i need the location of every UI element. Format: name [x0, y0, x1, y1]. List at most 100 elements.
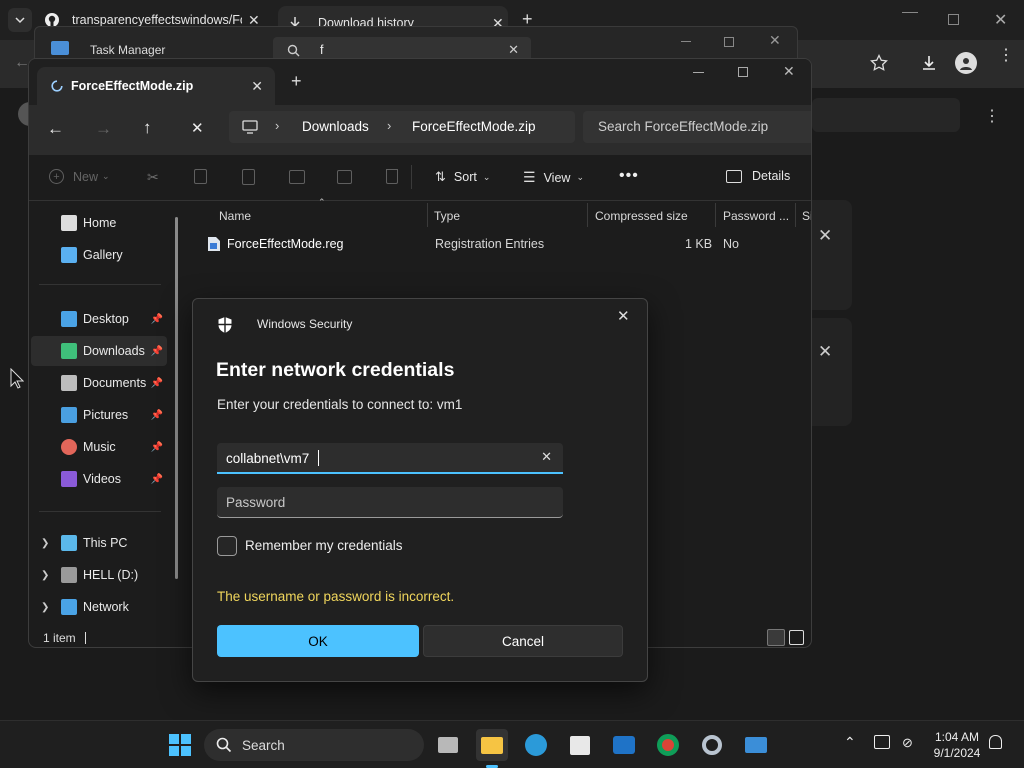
column-header-size[interactable]: Si [802, 201, 811, 231]
pin-icon: 📌 [150, 313, 163, 325]
remove-download-icon[interactable]: ✕ [818, 226, 832, 246]
new-tab-icon[interactable]: + [291, 71, 302, 92]
status-divider [85, 632, 86, 644]
clock[interactable]: 1:04 AM 9/1/2024 [928, 729, 986, 761]
clear-search-icon[interactable]: ✕ [508, 42, 519, 58]
maximize-icon[interactable] [738, 67, 748, 77]
sort-button[interactable]: ⇅ Sort ⌄ [435, 169, 490, 185]
sidebar-item-pictures[interactable]: Pictures 📌 [31, 400, 167, 430]
pin-icon: 📌 [150, 409, 163, 421]
chevron-right-icon[interactable]: ❯ [41, 602, 49, 613]
rename-icon[interactable] [289, 170, 305, 184]
file-explorer-icon[interactable] [476, 729, 508, 761]
edge-icon[interactable] [520, 729, 552, 761]
chevron-down-icon: ⌄ [102, 171, 110, 181]
chevron-up-icon[interactable]: ⌃ [844, 734, 856, 751]
sort-indicator-icon: ⌃ [318, 197, 326, 207]
divider [411, 165, 412, 189]
search-downloads-box[interactable] [812, 98, 960, 132]
clear-field-icon[interactable]: ✕ [541, 449, 552, 465]
sidebar-item-network[interactable]: ❯ Network [31, 592, 167, 622]
up-arrow-icon[interactable]: ↑ [143, 118, 152, 138]
outlook-icon[interactable] [608, 729, 640, 761]
sidebar-item-downloads[interactable]: Downloads 📌 [31, 336, 167, 366]
registry-file-icon [208, 237, 220, 251]
chevron-right-icon[interactable]: ❯ [41, 570, 49, 581]
large-icons-view-icon[interactable] [789, 630, 804, 645]
more-menu-icon[interactable]: ⋮ [998, 48, 1014, 64]
column-header-compressed-size[interactable]: Compressed size [595, 201, 688, 231]
details-view-icon[interactable] [767, 629, 785, 646]
sidebar-item-music[interactable]: Music 📌 [31, 432, 167, 462]
close-window-icon[interactable]: ✕ [994, 10, 1007, 30]
cancel-button[interactable]: Cancel [423, 625, 623, 657]
store-icon[interactable] [564, 729, 596, 761]
close-tab-icon[interactable]: ✕ [251, 78, 263, 95]
minimize-icon[interactable] [681, 41, 691, 42]
sidebar-item-label: Documents [83, 376, 147, 390]
notification-bell-icon[interactable] [989, 735, 1002, 749]
close-window-icon[interactable]: ✕ [769, 32, 781, 49]
back-arrow-icon[interactable]: ← [47, 119, 64, 139]
new-button[interactable]: + New ⌄ [49, 169, 110, 184]
download-icon[interactable] [920, 54, 938, 72]
breadcrumb-item[interactable]: Downloads [302, 119, 369, 134]
sidebar-item-desktop[interactable]: Desktop 📌 [31, 304, 167, 334]
remember-credentials-checkbox[interactable] [217, 536, 237, 556]
table-row[interactable]: ForceEffectMode.reg Registration Entries… [205, 231, 811, 257]
paste-icon[interactable] [242, 169, 255, 185]
restore-icon[interactable] [948, 14, 959, 25]
display-icon[interactable] [874, 735, 890, 749]
network-disconnected-icon[interactable]: ⊘ [902, 735, 913, 751]
task-manager-icon[interactable] [740, 729, 772, 761]
forward-arrow-icon[interactable]: → [95, 119, 112, 139]
new-label: New [73, 169, 99, 184]
username-value: collabnet\vm7 [226, 451, 310, 466]
bookmark-star-icon[interactable] [870, 54, 888, 72]
breadcrumb-item[interactable]: ForceEffectMode.zip [412, 119, 536, 134]
column-header-type[interactable]: Type [434, 201, 460, 231]
breadcrumb[interactable]: › Downloads › ForceEffectMode.zip [229, 111, 575, 143]
profile-avatar-icon[interactable] [955, 52, 977, 74]
sidebar-item-hell-drive[interactable]: ❯ HELL (D:) [31, 560, 167, 590]
navigation-scrollbar[interactable] [175, 217, 178, 579]
stop-loading-icon[interactable]: ✕ [191, 119, 204, 137]
view-button[interactable]: ☰ View ⌄ [523, 169, 584, 186]
maximize-icon[interactable] [724, 37, 734, 47]
share-icon[interactable] [337, 170, 352, 184]
password-field[interactable]: Password [217, 487, 563, 518]
tab-search-button[interactable] [8, 8, 32, 32]
chrome-icon[interactable] [652, 729, 684, 761]
explorer-tab[interactable]: ForceEffectMode.zip ✕ [37, 67, 275, 105]
taskbar-search-box[interactable]: Search [204, 729, 424, 761]
sidebar-item-documents[interactable]: Documents 📌 [31, 368, 167, 398]
cut-icon[interactable]: ✂ [147, 169, 159, 186]
column-header-name[interactable]: Name [219, 201, 251, 231]
more-options-icon[interactable]: ••• [619, 167, 639, 185]
details-button[interactable]: Details [726, 169, 790, 183]
sidebar-item-this-pc[interactable]: ❯ This PC [31, 528, 167, 558]
sidebar-item-home[interactable]: Home [31, 208, 167, 238]
close-window-icon[interactable]: ✕ [783, 63, 795, 80]
close-dialog-icon[interactable]: ✕ [617, 307, 630, 325]
minimize-icon[interactable] [693, 72, 704, 73]
delete-icon[interactable] [386, 169, 398, 184]
column-header-password[interactable]: Password ... [723, 201, 789, 231]
copy-icon[interactable] [194, 169, 207, 184]
file-name: ForceEffectMode.reg [227, 237, 344, 251]
settings-gear-icon[interactable] [696, 729, 728, 761]
ok-button[interactable]: OK [217, 625, 419, 657]
sidebar-item-label: Gallery [83, 248, 123, 262]
chevron-right-icon[interactable]: ❯ [41, 538, 49, 549]
remember-credentials-label[interactable]: Remember my credentials [245, 538, 403, 553]
more-menu-icon[interactable]: ⋮ [984, 106, 1000, 126]
remove-download-icon[interactable]: ✕ [818, 342, 832, 362]
username-field[interactable]: collabnet\vm7 ✕ [217, 443, 563, 474]
sidebar-item-videos[interactable]: Videos 📌 [31, 464, 167, 494]
explorer-search-input[interactable]: Search ForceEffectMode.zip [583, 111, 811, 143]
sidebar-item-gallery[interactable]: Gallery [31, 240, 167, 270]
sidebar-item-label: Videos [83, 472, 121, 486]
start-button[interactable] [164, 729, 196, 761]
minimize-icon[interactable] [902, 12, 918, 13]
task-view-icon[interactable] [432, 729, 464, 761]
